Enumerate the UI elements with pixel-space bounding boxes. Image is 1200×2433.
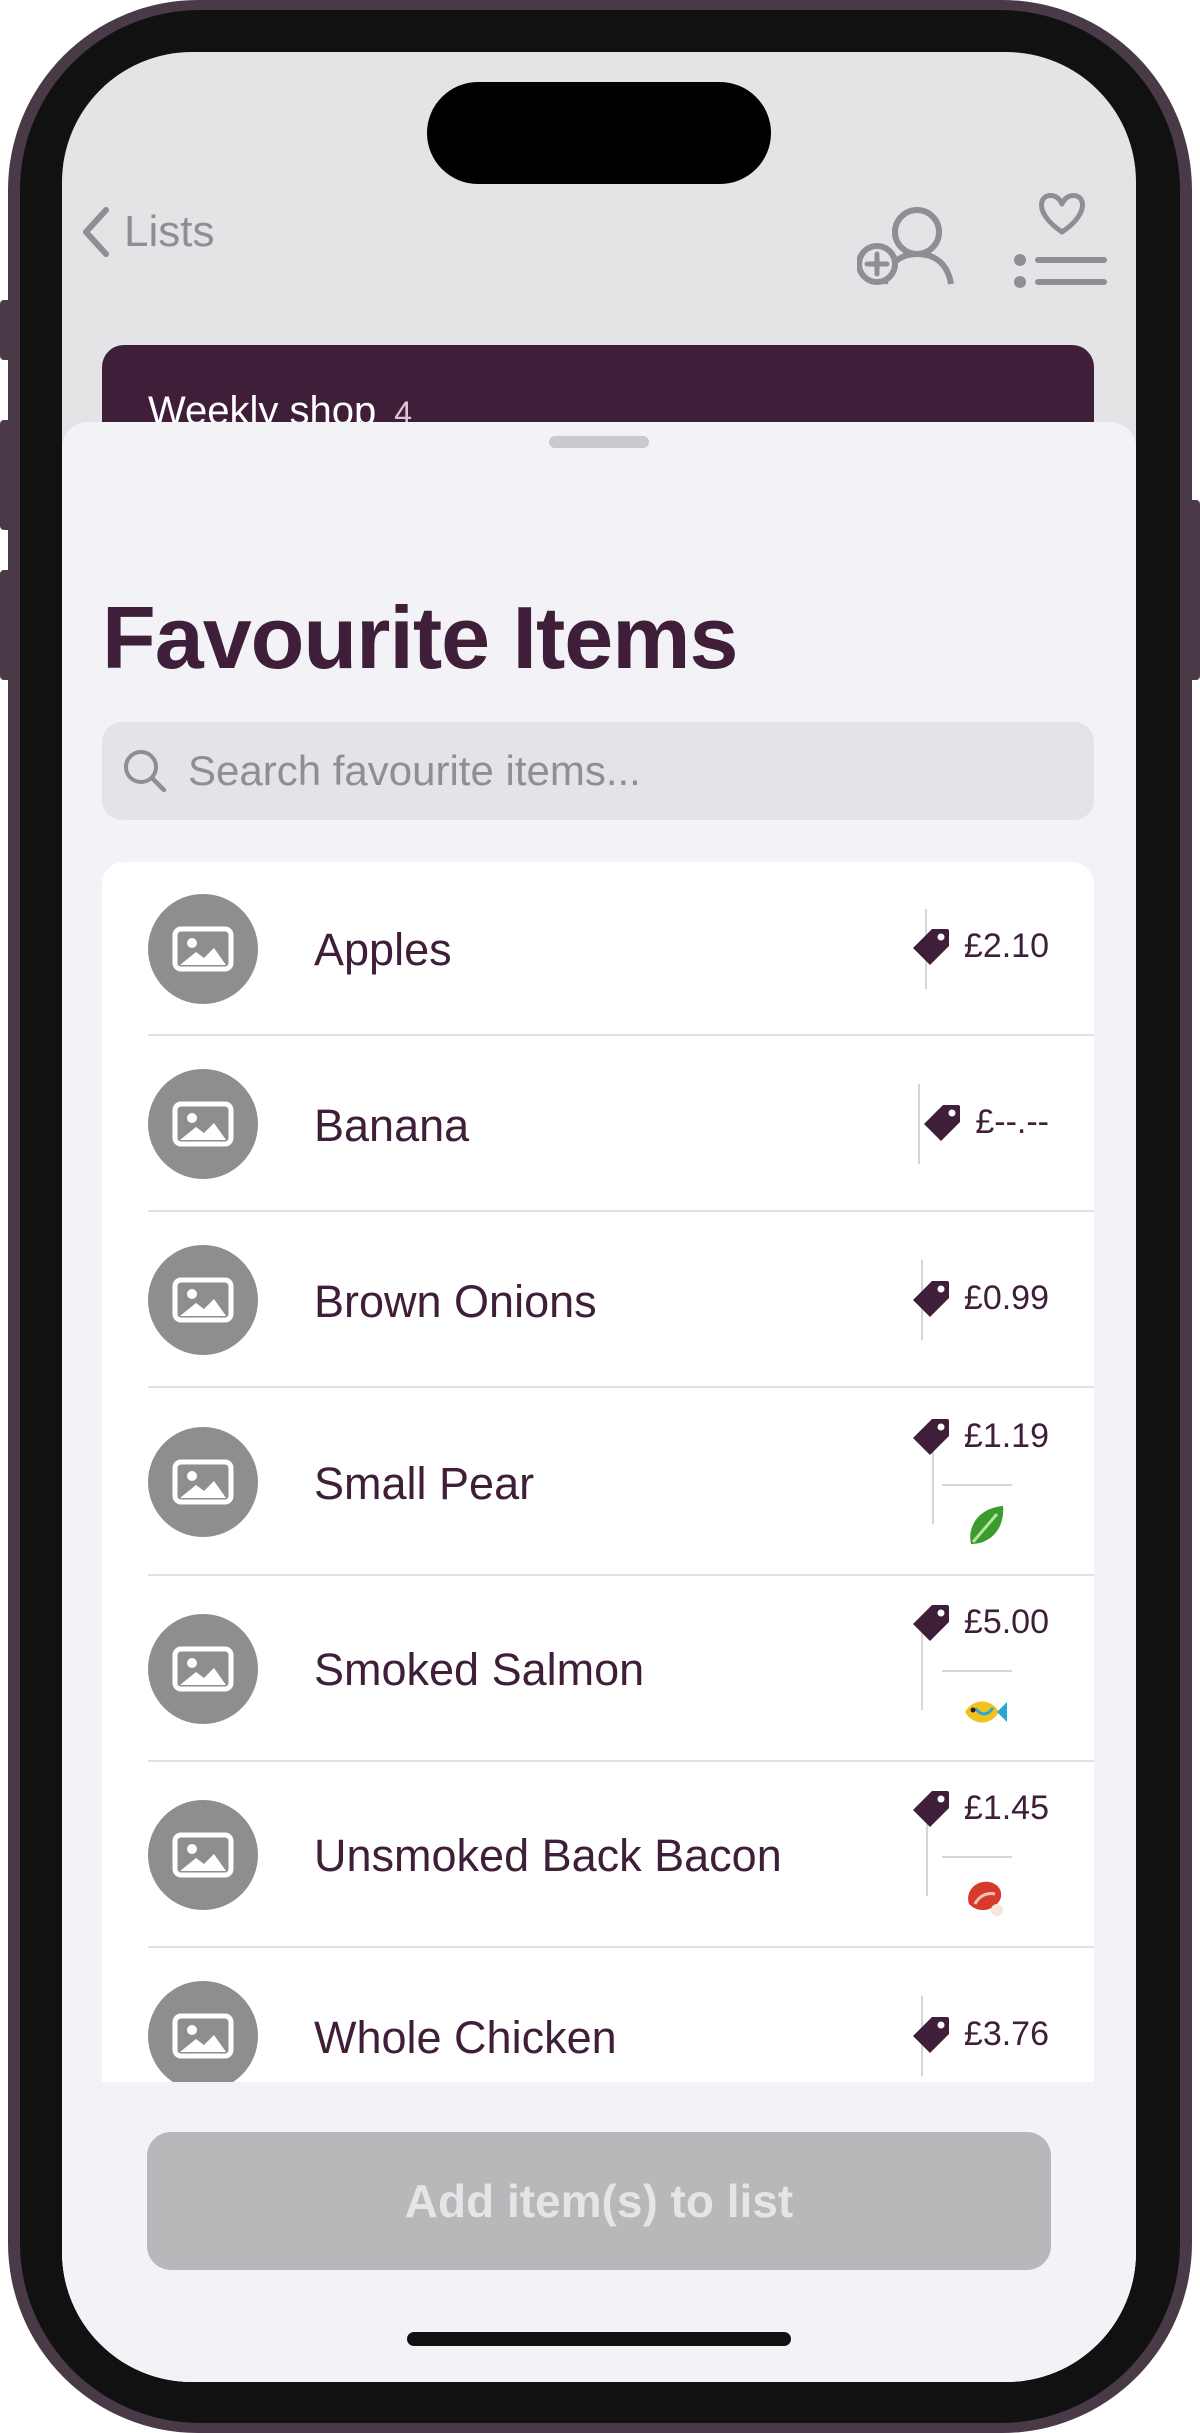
power-button: [1188, 500, 1200, 680]
volume-down-button: [0, 570, 12, 680]
price-label: £1.45: [963, 1788, 1049, 1827]
item-price[interactable]: £5.00: [912, 1602, 1049, 1642]
item-name: Brown Onions: [314, 1276, 597, 1327]
list-item[interactable]: Apples £2.10: [102, 862, 1094, 1036]
item-name: Apples: [314, 924, 452, 975]
item-name: Banana: [314, 1100, 470, 1151]
price-tag-icon: [912, 1605, 949, 1641]
item-price[interactable]: £2.10: [912, 926, 1049, 966]
search-icon: [124, 750, 167, 793]
item-thumbnail: [148, 1800, 258, 1910]
item-name: Smoked Salmon: [314, 1644, 645, 1695]
item-thumbnail: [148, 894, 258, 1004]
item-name: Small Pear: [314, 1458, 535, 1509]
search-bar[interactable]: [102, 722, 1094, 820]
item-name: Whole Chicken: [314, 2012, 617, 2063]
image-placeholder-icon: [172, 2013, 234, 2059]
list-item[interactable]: Banana £--.--: [102, 1036, 1094, 1212]
item-thumbnail: [148, 1427, 258, 1537]
image-placeholder-icon: [172, 1832, 234, 1878]
item-thumbnail: [148, 1981, 258, 2082]
fish-icon: [965, 1701, 1007, 1723]
back-label: Lists: [124, 207, 215, 256]
image-placeholder-icon: [172, 926, 234, 972]
price-label: £1.19: [963, 1416, 1049, 1455]
item-price[interactable]: £1.45: [912, 1788, 1049, 1828]
favourites-sheet: Favourite Items Apples £2.10: [62, 422, 1136, 2382]
sheet-grabber[interactable]: [549, 436, 649, 448]
price-label: £0.99: [963, 1278, 1049, 1317]
dynamic-island: [427, 82, 771, 184]
price-tag-icon: [912, 1791, 949, 1827]
favourite-items-list[interactable]: Apples £2.10 Banana £--.-- Brown Onions …: [102, 862, 1094, 2082]
volume-up-button: [0, 420, 12, 530]
favourites-list-icon[interactable]: [1012, 190, 1112, 294]
chevron-left-icon: [83, 207, 109, 257]
price-tag-icon: [924, 1105, 961, 1141]
price-tag-icon: [912, 929, 949, 965]
item-price[interactable]: £--.--: [923, 1102, 1049, 1142]
price-tag-icon: [912, 2017, 949, 2053]
list-item[interactable]: Brown Onions £0.99: [102, 1212, 1094, 1388]
action-button: [0, 300, 12, 360]
divider: [942, 1670, 1012, 1672]
list-item[interactable]: Smoked Salmon £5.00: [102, 1576, 1094, 1762]
image-placeholder-icon: [172, 1646, 234, 1692]
item-price[interactable]: £3.76: [912, 2014, 1049, 2054]
divider: [918, 1084, 920, 1164]
image-placeholder-icon: [172, 1101, 234, 1147]
item-thumbnail: [148, 1069, 258, 1179]
list-item[interactable]: Whole Chicken £3.76: [102, 1948, 1094, 2082]
image-placeholder-icon: [172, 1459, 234, 1505]
share-list-icon[interactable]: [857, 202, 957, 292]
price-label: £5.00: [963, 1602, 1049, 1641]
price-tag-icon: [912, 1281, 949, 1317]
item-price[interactable]: £0.99: [912, 1278, 1049, 1318]
price-label: £--.--: [975, 1102, 1049, 1141]
back-button[interactable]: Lists: [82, 207, 214, 257]
screen: Lists Weekly shop 4 Favourite Items Sear…: [62, 52, 1136, 2382]
item-thumbnail: [148, 1245, 258, 1355]
sheet-title: Favourite Items: [102, 588, 738, 687]
image-placeholder-icon: [172, 1277, 234, 1323]
price-tag-icon: [912, 1419, 949, 1455]
item-name: Unsmoked Back Bacon: [314, 1830, 782, 1881]
price-label: £2.10: [963, 926, 1049, 965]
add-to-list-button[interactable]: Add item(s) to list: [147, 2132, 1051, 2270]
item-price[interactable]: £1.19: [912, 1416, 1049, 1456]
divider: [942, 1484, 1012, 1486]
home-indicator[interactable]: [407, 2332, 791, 2346]
list-item[interactable]: Small Pear £1.19: [102, 1388, 1094, 1576]
divider: [942, 1856, 1012, 1858]
leafy-green-icon: [970, 1506, 1004, 1544]
search-input[interactable]: [186, 746, 1050, 796]
price-label: £3.76: [963, 2014, 1049, 2053]
list-item[interactable]: Unsmoked Back Bacon £1.45: [102, 1762, 1094, 1948]
meat-icon: [968, 1881, 1003, 1916]
item-thumbnail: [148, 1614, 258, 1724]
